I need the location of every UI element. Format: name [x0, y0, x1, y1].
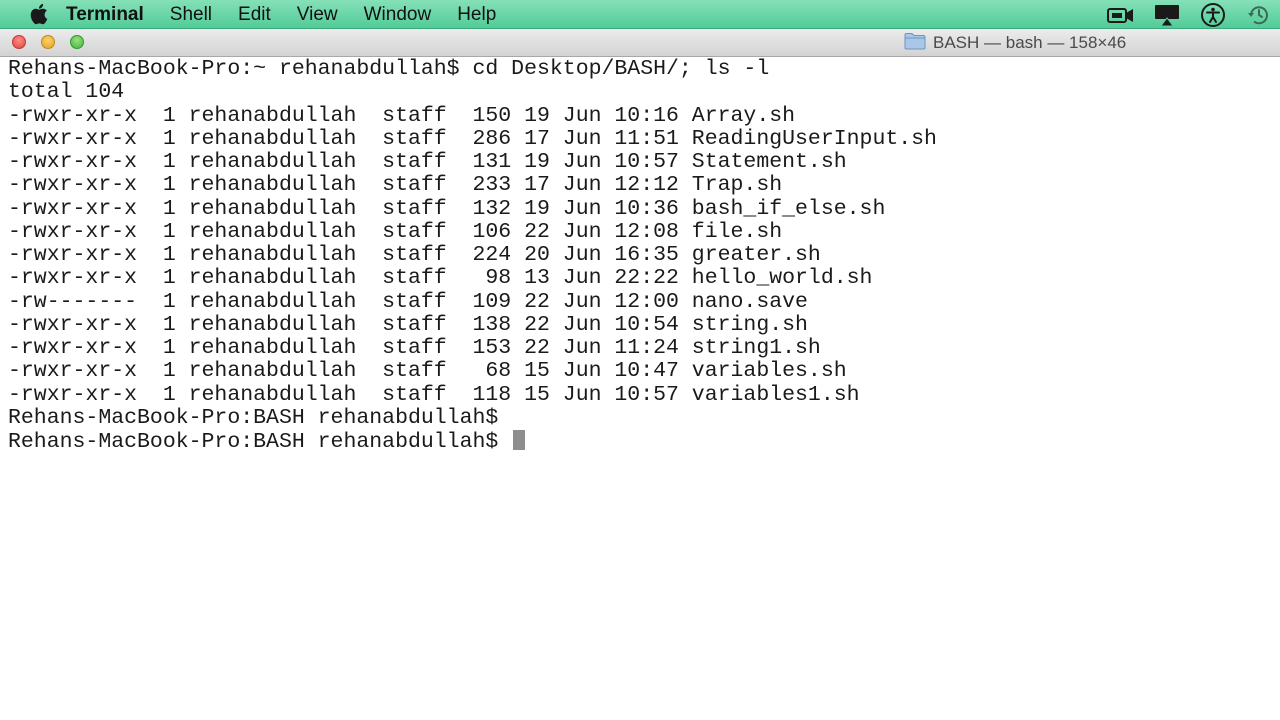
close-window-button[interactable]: [12, 35, 26, 49]
listing-row: -rwxr-xr-x 1 rehanabdullah staff 68 15 J…: [8, 359, 847, 384]
listing-row: -rwxr-xr-x 1 rehanabdullah staff 138 22 …: [8, 312, 808, 337]
airplay-icon[interactable]: [1152, 2, 1182, 28]
menu-extras: [1106, 0, 1274, 29]
minimize-window-button[interactable]: [41, 35, 55, 49]
menu-help[interactable]: Help: [457, 0, 496, 29]
window-title-bar[interactable]: BASH — bash — 158×46: [0, 29, 1280, 57]
listing-row: -rwxr-xr-x 1 rehanabdullah staff 98 13 J…: [8, 266, 873, 291]
listing-row: -rwxr-xr-x 1 rehanabdullah staff 153 22 …: [8, 336, 821, 360]
time-machine-icon[interactable]: [1244, 2, 1274, 28]
menu-view[interactable]: View: [297, 0, 338, 29]
listing-row: -rwxr-xr-x 1 rehanabdullah staff 224 20 …: [8, 243, 821, 267]
text-cursor: [513, 430, 526, 450]
folder-icon: [904, 32, 926, 55]
menu-bar: Terminal Shell Edit View Window Help: [0, 0, 1280, 29]
accessibility-icon[interactable]: [1198, 2, 1228, 28]
listing-row: -rwxr-xr-x 1 rehanabdullah staff 233 17 …: [8, 173, 783, 198]
listing-row: -rwxr-xr-x 1 rehanabdullah staff 132 19 …: [8, 196, 886, 221]
terminal-prompt-line: Rehans-MacBook-Pro:BASH rehanabdullah$: [8, 405, 499, 430]
listing-row: -rwxr-xr-x 1 rehanabdullah staff 118 15 …: [8, 382, 860, 407]
apple-menu-icon[interactable]: [28, 2, 52, 26]
listing-row: -rwxr-xr-x 1 rehanabdullah staff 150 19 …: [8, 103, 796, 128]
menu-window[interactable]: Window: [364, 0, 432, 29]
video-camera-icon[interactable]: [1106, 2, 1136, 28]
window-title: BASH — bash — 158×46: [904, 29, 1126, 57]
terminal-command-line: Rehans-MacBook-Pro:~ rehanabdullah$ cd D…: [8, 57, 770, 81]
listing-row: -rwxr-xr-x 1 rehanabdullah staff 131 19 …: [8, 150, 847, 174]
terminal-active-prompt[interactable]: Rehans-MacBook-Pro:BASH rehanabdullah$: [8, 430, 1280, 454]
terminal-output[interactable]: Rehans-MacBook-Pro:~ rehanabdullah$ cd D…: [0, 57, 1280, 720]
window-title-text: BASH — bash — 158×46: [933, 33, 1127, 52]
listing-row: -rwxr-xr-x 1 rehanabdullah staff 106 22 …: [8, 219, 783, 244]
menu-app-terminal[interactable]: Terminal: [66, 0, 144, 29]
terminal-prompt-text: Rehans-MacBook-Pro:BASH rehanabdullah$: [8, 430, 512, 454]
menu-edit[interactable]: Edit: [238, 0, 271, 29]
terminal-total-line: total 104: [8, 80, 125, 105]
listing-row: -rwxr-xr-x 1 rehanabdullah staff 286 17 …: [8, 126, 937, 151]
listing-row: -rw------- 1 rehanabdullah staff 109 22 …: [8, 289, 808, 314]
zoom-window-button[interactable]: [70, 35, 84, 49]
menu-shell[interactable]: Shell: [170, 0, 212, 29]
